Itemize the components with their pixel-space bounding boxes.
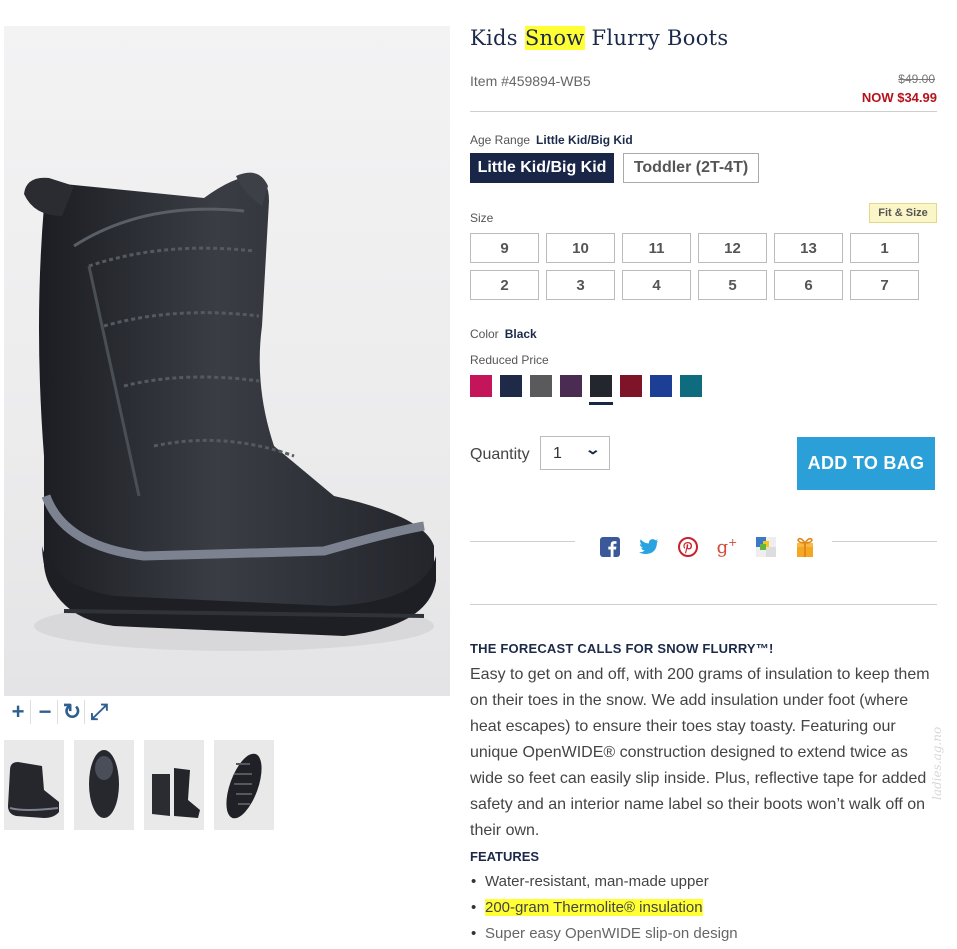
size-option[interactable]: 6 <box>774 270 843 300</box>
size-option[interactable]: 4 <box>622 270 691 300</box>
gift-icon[interactable] <box>795 536 815 558</box>
thumbnail-top[interactable] <box>74 740 134 830</box>
size-option[interactable]: 1 <box>850 233 919 263</box>
zoom-in-icon[interactable]: + <box>6 699 31 724</box>
delicious-icon[interactable] <box>756 536 776 558</box>
features-list: Water-resistant, man-made upper 200-gram… <box>470 871 738 949</box>
thumbnail-sole[interactable] <box>214 740 274 830</box>
item-number: Item #459894-WB5 <box>470 73 591 89</box>
feature-item: 200-gram Thermolite® insulation <box>471 897 738 923</box>
color-swatch[interactable] <box>589 375 613 405</box>
age-range-label: Age Range Little Kid/Big Kid <box>470 133 633 147</box>
color-value: Black <box>504 327 537 341</box>
feature-text: Super easy OpenWIDE slip-on design <box>485 925 738 942</box>
color-swatch[interactable] <box>500 375 522 397</box>
sale-price: NOW $34.99 <box>861 90 937 105</box>
divider <box>470 111 937 112</box>
chevron-down-icon: ⌄ <box>584 441 602 457</box>
description-body: Easy to get on and off, with 200 grams o… <box>470 666 930 839</box>
age-option-toddler[interactable]: Toddler (2T-4T) <box>623 153 759 183</box>
size-option[interactable]: 12 <box>698 233 767 263</box>
quantity-label: Quantity <box>470 446 530 463</box>
boot-image <box>24 172 436 651</box>
title-part: Flurry Boots <box>584 26 729 50</box>
thumbnail-side[interactable] <box>4 740 64 830</box>
rotate-icon[interactable]: ↻ <box>60 699 85 724</box>
twitter-icon[interactable] <box>639 536 659 558</box>
divider <box>470 604 937 605</box>
features-heading: FEATURES <box>470 849 540 864</box>
age-option-little-big-kid[interactable]: Little Kid/Big Kid <box>470 153 614 183</box>
color-swatch[interactable] <box>530 375 552 397</box>
fit-size-link[interactable]: Fit & Size <box>869 203 937 223</box>
product-main-image[interactable] <box>4 26 450 696</box>
thumbnail-strip <box>4 740 284 830</box>
quantity-select[interactable]: 1 ⌄ <box>540 436 610 470</box>
color-swatch[interactable] <box>680 375 702 397</box>
fullscreen-icon[interactable]: ⤢ <box>87 699 111 724</box>
title-part: Kids <box>470 26 525 50</box>
color-swatch[interactable] <box>650 375 672 397</box>
size-label: Size <box>470 211 494 225</box>
age-range-value: Little Kid/Big Kid <box>536 133 633 147</box>
feature-text: 200-gram Thermolite® insulation <box>485 899 703 916</box>
google-plus-icon[interactable]: g+ <box>717 536 738 558</box>
age-range-title: Age Range <box>470 133 531 147</box>
color-label: Color Black <box>470 327 537 341</box>
zoom-out-icon[interactable]: − <box>33 699 58 724</box>
feature-item: Super easy OpenWIDE slip-on design <box>471 923 738 949</box>
size-option[interactable]: 9 <box>470 233 539 263</box>
size-option[interactable]: 10 <box>546 233 615 263</box>
color-swatch[interactable] <box>470 375 492 397</box>
image-tools: + − ↻ ⤢ <box>6 699 113 724</box>
color-title: Color <box>470 327 499 341</box>
original-price: $49.00 <box>898 72 935 86</box>
share-divider-left <box>470 541 575 542</box>
title-highlight: Snow <box>524 26 585 50</box>
reduced-price-label: Reduced Price <box>470 353 549 367</box>
description-heading: THE FORECAST CALLS FOR SNOW FLURRY™! <box>470 641 774 656</box>
thumbnail-back[interactable] <box>144 740 204 830</box>
size-option[interactable]: 2 <box>470 270 539 300</box>
quantity-value: 1 <box>553 445 562 462</box>
feature-item: Water-resistant, man-made upper <box>471 871 738 897</box>
add-to-bag-button[interactable]: ADD TO BAG <box>797 437 935 490</box>
share-icons: g+ <box>600 536 834 558</box>
pinterest-icon[interactable] <box>678 536 698 558</box>
facebook-icon[interactable] <box>600 536 620 558</box>
color-swatches <box>470 375 710 405</box>
watermark: ladies.ag.no <box>930 726 944 800</box>
color-swatch[interactable] <box>560 375 582 397</box>
color-swatch[interactable] <box>620 375 642 397</box>
share-divider-right <box>832 541 937 542</box>
size-option[interactable]: 7 <box>850 270 919 300</box>
size-option[interactable]: 13 <box>774 233 843 263</box>
size-option[interactable]: 5 <box>698 270 767 300</box>
feature-text: Water-resistant, man-made upper <box>485 873 709 890</box>
size-option[interactable]: 11 <box>622 233 691 263</box>
product-title: Kids Snow Flurry Boots <box>470 26 728 50</box>
size-option[interactable]: 3 <box>546 270 615 300</box>
